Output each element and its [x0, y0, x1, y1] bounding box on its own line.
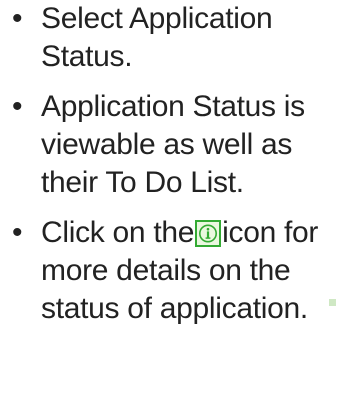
list-item: • Select Application Status. [0, 0, 352, 76]
bullet-marker: • [12, 216, 23, 249]
list-item: • Click on the icon for more details on … [0, 214, 352, 328]
info-icon [195, 220, 222, 247]
bullet-text: Select Application Status. [41, 2, 273, 73]
bullet-text-before-icon: Click on the [41, 216, 195, 249]
bullet-marker: • [12, 2, 23, 35]
bullet-marker: • [12, 90, 23, 123]
bullet-text: Application Status is viewable as well a… [41, 90, 305, 199]
decorative-mark [329, 299, 336, 306]
instruction-list: • Select Application Status. • Applicati… [0, 0, 352, 328]
list-item: • Application Status is viewable as well… [0, 88, 352, 202]
